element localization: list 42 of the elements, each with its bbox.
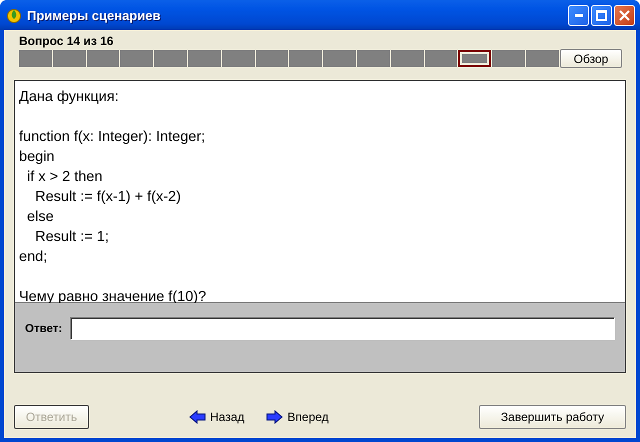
right-arrow-icon [266, 410, 284, 424]
question-cell[interactable] [154, 50, 187, 67]
app-icon [6, 7, 22, 23]
close-button[interactable] [614, 4, 635, 26]
question-text: Чему равно значение f(10)? [19, 288, 206, 307]
question-cell[interactable] [492, 50, 525, 67]
left-arrow-icon [189, 410, 206, 424]
question-cell[interactable] [188, 50, 221, 67]
question-cell[interactable] [120, 50, 154, 67]
minimize-icon [574, 14, 582, 16]
maximize-button[interactable] [591, 4, 612, 26]
question-cell[interactable] [424, 50, 458, 67]
question-cell[interactable] [52, 50, 86, 67]
finish-button[interactable]: Завершить работу [479, 405, 626, 429]
code-line: else [26, 208, 54, 227]
question-cell[interactable] [323, 50, 356, 67]
question-cell[interactable] [222, 50, 255, 67]
code-line: Result := 1; [34, 228, 109, 247]
code-line: begin [19, 148, 54, 167]
question-cell[interactable] [289, 50, 322, 67]
question-cell[interactable] [86, 50, 120, 67]
forward-button[interactable]: Вперед [266, 410, 329, 424]
close-icon [619, 10, 630, 20]
answer-field[interactable] [70, 317, 615, 340]
review-button[interactable]: Обзор [560, 49, 622, 68]
back-button[interactable]: Назад [189, 410, 244, 424]
question-cell[interactable] [390, 50, 424, 67]
question-cell[interactable] [356, 50, 390, 67]
question-cell[interactable] [19, 50, 52, 67]
window-title: Примеры сценариев [27, 8, 162, 22]
question-cell[interactable] [526, 50, 559, 67]
code-line: function f(x: Integer): Integer; [19, 128, 206, 147]
code-line: end; [19, 248, 48, 267]
code-line: Result := f(x-1) + f(x-2) [34, 188, 181, 207]
minimize-button[interactable] [568, 4, 589, 26]
question-text: Дана функция: [19, 88, 119, 107]
question-cell[interactable] [256, 50, 288, 67]
answer-label: Ответ: [25, 322, 62, 334]
code-line: if x > 2 then [26, 168, 102, 187]
maximize-icon [596, 10, 607, 20]
question-counter: Вопрос 14 из 16 [19, 34, 114, 49]
question-cell[interactable] [458, 50, 492, 67]
